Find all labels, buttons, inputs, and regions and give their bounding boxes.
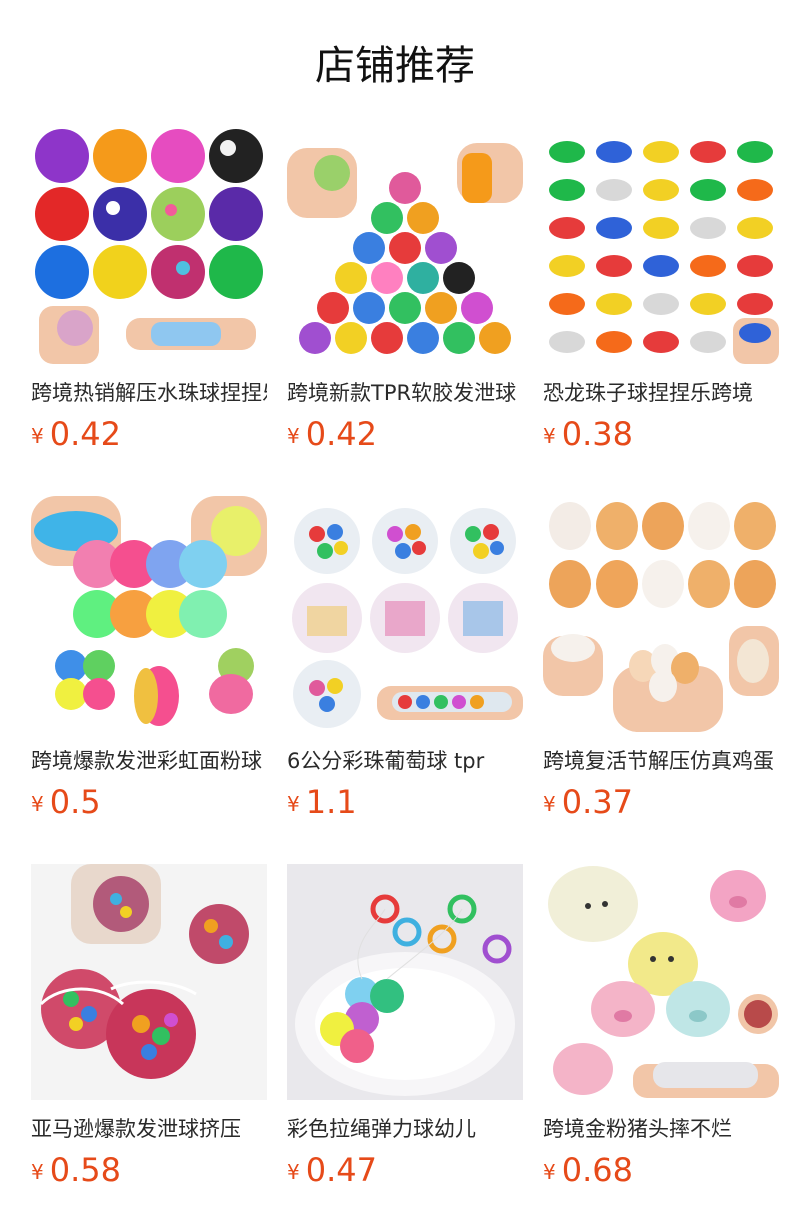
price-amount: 0.47	[305, 1151, 377, 1189]
product-image[interactable]	[31, 864, 267, 1100]
product-image[interactable]	[543, 128, 779, 364]
currency-symbol: ¥	[543, 424, 556, 448]
product-price: ¥0.38	[543, 414, 779, 454]
product-card[interactable]: 彩色拉绳弹力球幼儿 ¥0.47	[287, 864, 523, 1190]
product-name[interactable]: 彩色拉绳弹力球幼儿	[287, 1112, 523, 1146]
currency-symbol: ¥	[31, 1160, 44, 1184]
price-amount: 0.38	[561, 415, 633, 453]
product-image[interactable]	[543, 496, 779, 732]
product-name[interactable]: 跨境热销解压水珠球捏捏乐	[31, 376, 267, 410]
currency-symbol: ¥	[287, 424, 300, 448]
price-amount: 0.42	[49, 415, 121, 453]
product-image[interactable]	[543, 864, 779, 1100]
product-image[interactable]	[31, 128, 267, 364]
product-price: ¥0.68	[543, 1150, 779, 1190]
price-amount: 0.42	[305, 415, 377, 453]
price-amount: 0.37	[561, 783, 633, 821]
product-image[interactable]	[287, 128, 523, 364]
product-name[interactable]: 恐龙珠子球捏捏乐跨境	[543, 376, 779, 410]
product-card[interactable]: 跨境复活节解压仿真鸡蛋 ¥0.37	[543, 496, 779, 822]
currency-symbol: ¥	[31, 424, 44, 448]
product-card[interactable]: 恐龙珠子球捏捏乐跨境 ¥0.38	[543, 128, 779, 454]
currency-symbol: ¥	[287, 1160, 300, 1184]
currency-symbol: ¥	[287, 792, 300, 816]
currency-symbol: ¥	[543, 792, 556, 816]
product-price: ¥1.1	[287, 782, 523, 822]
currency-symbol: ¥	[31, 792, 44, 816]
product-card[interactable]: 跨境爆款发泄彩虹面粉球 ¥0.5	[31, 496, 267, 822]
product-price: ¥0.42	[31, 414, 267, 454]
product-image[interactable]	[31, 496, 267, 732]
currency-symbol: ¥	[543, 1160, 556, 1184]
product-card[interactable]: 6公分彩珠葡萄球 tpr ¥1.1	[287, 496, 523, 822]
page-title: 店铺推荐	[315, 43, 475, 89]
product-card[interactable]: 亚马逊爆款发泄球挤压 ¥0.58	[31, 864, 267, 1190]
product-card[interactable]: 跨境热销解压水珠球捏捏乐 ¥0.42	[31, 128, 267, 454]
product-card[interactable]: 跨境新款TPR软胶发泄球 ¥0.42	[287, 128, 523, 454]
product-price: ¥0.42	[287, 414, 523, 454]
product-image[interactable]	[287, 496, 523, 732]
product-image[interactable]	[287, 864, 523, 1100]
product-name[interactable]: 跨境爆款发泄彩虹面粉球	[31, 744, 267, 778]
product-price: ¥0.58	[31, 1150, 267, 1190]
product-name[interactable]: 跨境新款TPR软胶发泄球	[287, 376, 523, 410]
product-price: ¥0.5	[31, 782, 267, 822]
product-name[interactable]: 跨境金粉猪头摔不烂	[543, 1112, 779, 1146]
product-price: ¥0.47	[287, 1150, 523, 1190]
product-name[interactable]: 6公分彩珠葡萄球 tpr	[287, 744, 523, 778]
price-amount: 1.1	[305, 783, 357, 821]
product-price: ¥0.37	[543, 782, 779, 822]
price-amount: 0.5	[49, 783, 101, 821]
price-amount: 0.58	[49, 1151, 121, 1189]
price-amount: 0.68	[561, 1151, 633, 1189]
product-name[interactable]: 亚马逊爆款发泄球挤压	[31, 1112, 267, 1146]
product-name[interactable]: 跨境复活节解压仿真鸡蛋	[543, 744, 779, 778]
product-card[interactable]: 跨境金粉猪头摔不烂 ¥0.68	[543, 864, 779, 1190]
